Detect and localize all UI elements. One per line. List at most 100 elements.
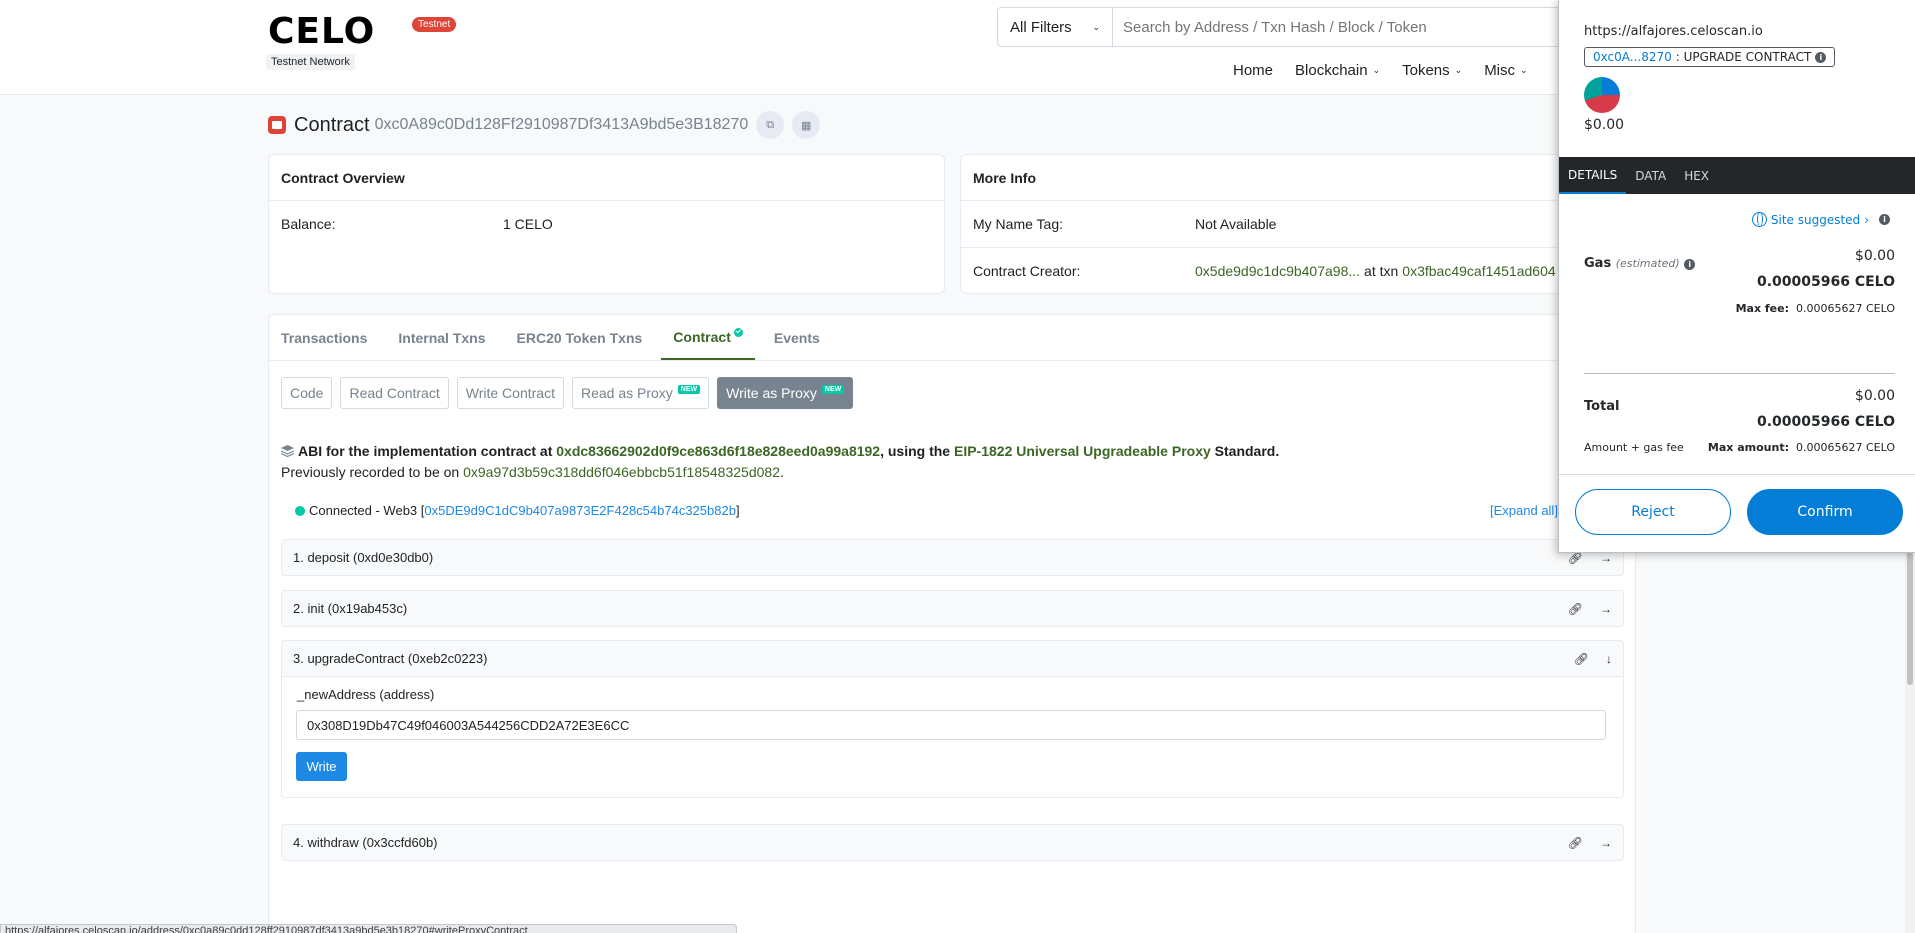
name-tag-value: Not Available: [1195, 216, 1277, 232]
gas-celo: 0.00005966 CELO: [1756, 274, 1895, 290]
copy-icon[interactable]: ⧉: [756, 111, 785, 139]
max-fee-label: Max fee:: [1735, 302, 1789, 315]
eip-1822-link[interactable]: EIP-1822 Universal Upgradeable Proxy: [954, 443, 1211, 459]
tab-hex[interactable]: HEX: [1675, 157, 1718, 194]
nav-tokens[interactable]: Tokens ⌄: [1391, 60, 1473, 81]
info-icon[interactable]: i: [1815, 51, 1827, 63]
tab-erc20-token-txns[interactable]: ERC20 Token Txns: [505, 315, 655, 360]
link-icon[interactable]: 🔗︎: [1568, 602, 1583, 616]
function-header[interactable]: 2. init (0x19ab453c) 🔗︎ →: [282, 591, 1623, 626]
function-withdraw: 4. withdraw (0x3ccfd60b) 🔗︎ →: [281, 824, 1624, 861]
origin-url: https://alfajores.celoscan.io: [1584, 24, 1763, 39]
read-contract-button[interactable]: Read Contract: [340, 377, 449, 409]
function-header[interactable]: 3. upgradeContract (0xeb2c0223) 🔗︎ ↓: [282, 641, 1623, 676]
info-icon[interactable]: i: [1684, 259, 1696, 270]
tab-erc20-label: ERC20 Token Txns: [516, 329, 643, 346]
nav-misc[interactable]: Misc ⌄: [1473, 60, 1538, 81]
tab-details[interactable]: DETAILS: [1559, 157, 1627, 194]
code-button-label: Code: [290, 385, 324, 401]
previously-recorded-text: Previously recorded to be on: [281, 464, 460, 480]
tab-events[interactable]: Events: [762, 315, 832, 360]
function-label: 3. upgradeContract (0xeb2c0223): [293, 651, 488, 666]
function-header[interactable]: 1. deposit (0xd0e30db0) 🔗︎ →: [282, 540, 1623, 575]
total-label: Total: [1584, 399, 1620, 414]
creator-txn-link[interactable]: 0x3fbac49caf1451ad604: [1402, 263, 1555, 279]
account-avatar: [1584, 77, 1620, 113]
tab-internal-txns-label: Internal Txns: [398, 329, 486, 346]
connected-text: Connected - Web3 [: [309, 503, 425, 518]
code-button[interactable]: Code: [281, 377, 333, 409]
abi-prefix: ABI for the implementation contract at: [298, 443, 553, 459]
chevron-down-icon: ⌄: [1520, 65, 1528, 75]
more-info-card: More Info My Name Tag: Not Available Con…: [960, 154, 1636, 294]
name-tag-label: My Name Tag:: [973, 216, 1063, 232]
balance-label: Balance:: [281, 216, 336, 232]
name-tag-row: My Name Tag: Not Available: [961, 201, 1635, 247]
metamask-tabs: DETAILS DATA HEX: [1559, 157, 1915, 194]
network-label: Testnet Network: [266, 54, 355, 70]
tab-data[interactable]: DATA: [1626, 157, 1675, 194]
metamask-header: https://alfajores.celoscan.io 0xc0A...82…: [1559, 0, 1915, 157]
contract-creator-row: Contract Creator: 0x5de9d9c1dc9b407a98..…: [961, 247, 1635, 293]
max-amount-value: 0.00065627 CELO: [1795, 441, 1895, 454]
chevron-down-icon: ⌄: [1372, 65, 1381, 75]
gas-estimated-text: (estimated): [1615, 257, 1680, 270]
nav-tokens-label: Tokens: [1402, 62, 1450, 79]
contract-action-chip: 0xc0A...8270 : UPGRADE CONTRACT i: [1584, 47, 1836, 67]
at-txn-label: at txn: [1364, 262, 1399, 279]
arrow-right-icon[interactable]: →: [1600, 836, 1612, 850]
write-button[interactable]: Write: [296, 752, 347, 781]
tab-transactions[interactable]: Transactions: [269, 315, 379, 360]
write-contract-button[interactable]: Write Contract: [456, 377, 564, 409]
function-header[interactable]: 4. withdraw (0x3ccfd60b) 🔗︎ →: [282, 825, 1623, 860]
previous-address-link[interactable]: 0x9a97d3b59c318dd6f046ebbcb51f18548325d0…: [463, 464, 780, 480]
tab-internal-txns[interactable]: Internal Txns: [386, 315, 497, 360]
nav-blockchain[interactable]: Blockchain ⌄: [1284, 60, 1391, 81]
write-as-proxy-button[interactable]: Write as Proxy NEW: [717, 377, 854, 409]
implementation-address-link[interactable]: 0xdc83662902d0f9ce863d6f18e828eed0a99a81…: [556, 443, 880, 459]
web3-connection-status: Connected - Web3 [0x5DE9d9C1dC9b407a9873…: [295, 503, 740, 518]
page-title: Contract 0xc0A89c0Dd128Ff2910987Df3413A9…: [268, 111, 821, 139]
celo-logo[interactable]: CELO: [268, 14, 375, 50]
site-suggested-link[interactable]: Site suggested › i: [1751, 212, 1890, 227]
search-input[interactable]: [1113, 8, 1576, 46]
more-info-title: More Info: [961, 155, 1635, 201]
tab-transactions-label: Transactions: [281, 329, 368, 346]
new-badge: NEW: [821, 384, 845, 394]
contract-icon: [268, 116, 286, 134]
arrow-right-icon[interactable]: →: [1600, 602, 1612, 616]
tab-bar: Transactions Internal Txns ERC20 Token T…: [269, 315, 1635, 361]
main-nav: Home Blockchain ⌄ Tokens ⌄ Misc ⌄: [1222, 60, 1539, 81]
previously-period: .: [779, 464, 784, 480]
filter-select[interactable]: All Filters ⌄: [998, 8, 1113, 46]
max-fee-row: Max fee: 0.00065627 CELO: [1736, 302, 1895, 315]
creator-address-link[interactable]: 0x5de9d9c1dc9b407a98...: [1195, 263, 1360, 279]
tab-contract[interactable]: Contract: [661, 315, 755, 360]
new-address-input[interactable]: [296, 710, 1606, 740]
metamask-footer: Reject Confirm: [1559, 474, 1915, 553]
chip-address-link[interactable]: 0xc0A...8270: [1593, 50, 1672, 64]
details-divider: [1584, 373, 1895, 374]
link-icon[interactable]: 🔗︎: [1568, 836, 1583, 850]
site-suggested-label: Site suggested: [1770, 212, 1861, 227]
arrow-down-icon[interactable]: ↓: [1606, 652, 1612, 666]
expand-all-link[interactable]: [Expand all]: [1490, 503, 1558, 518]
function-icons: 🔗︎ ↓: [1574, 652, 1612, 666]
testnet-badge: Testnet: [412, 17, 457, 32]
read-as-proxy-button[interactable]: Read as Proxy NEW: [571, 377, 710, 409]
reject-button[interactable]: Reject: [1575, 489, 1731, 535]
nav-home[interactable]: Home: [1222, 60, 1284, 81]
transaction-value: $0.00: [1584, 117, 1625, 133]
confirm-button[interactable]: Confirm: [1747, 489, 1903, 535]
tab-contract-label: Contract: [673, 328, 731, 345]
max-amount-row: Max amount: 0.00065627 CELO: [1708, 441, 1895, 454]
connected-bracket: ]: [735, 503, 740, 518]
chip-action: : UPGRADE CONTRACT: [1675, 50, 1812, 64]
gas-usd: $0.00: [1854, 248, 1895, 264]
chevron-right-icon: ›: [1864, 212, 1869, 227]
tab-data-label: DATA: [1635, 168, 1667, 183]
link-icon[interactable]: 🔗︎: [1574, 652, 1589, 666]
info-icon[interactable]: i: [1879, 214, 1890, 225]
connected-address-link[interactable]: 0x5DE9d9C1dC9b407a9873E2F428c54b74c325b8…: [424, 503, 736, 518]
qr-code-icon[interactable]: ▦: [792, 111, 821, 139]
